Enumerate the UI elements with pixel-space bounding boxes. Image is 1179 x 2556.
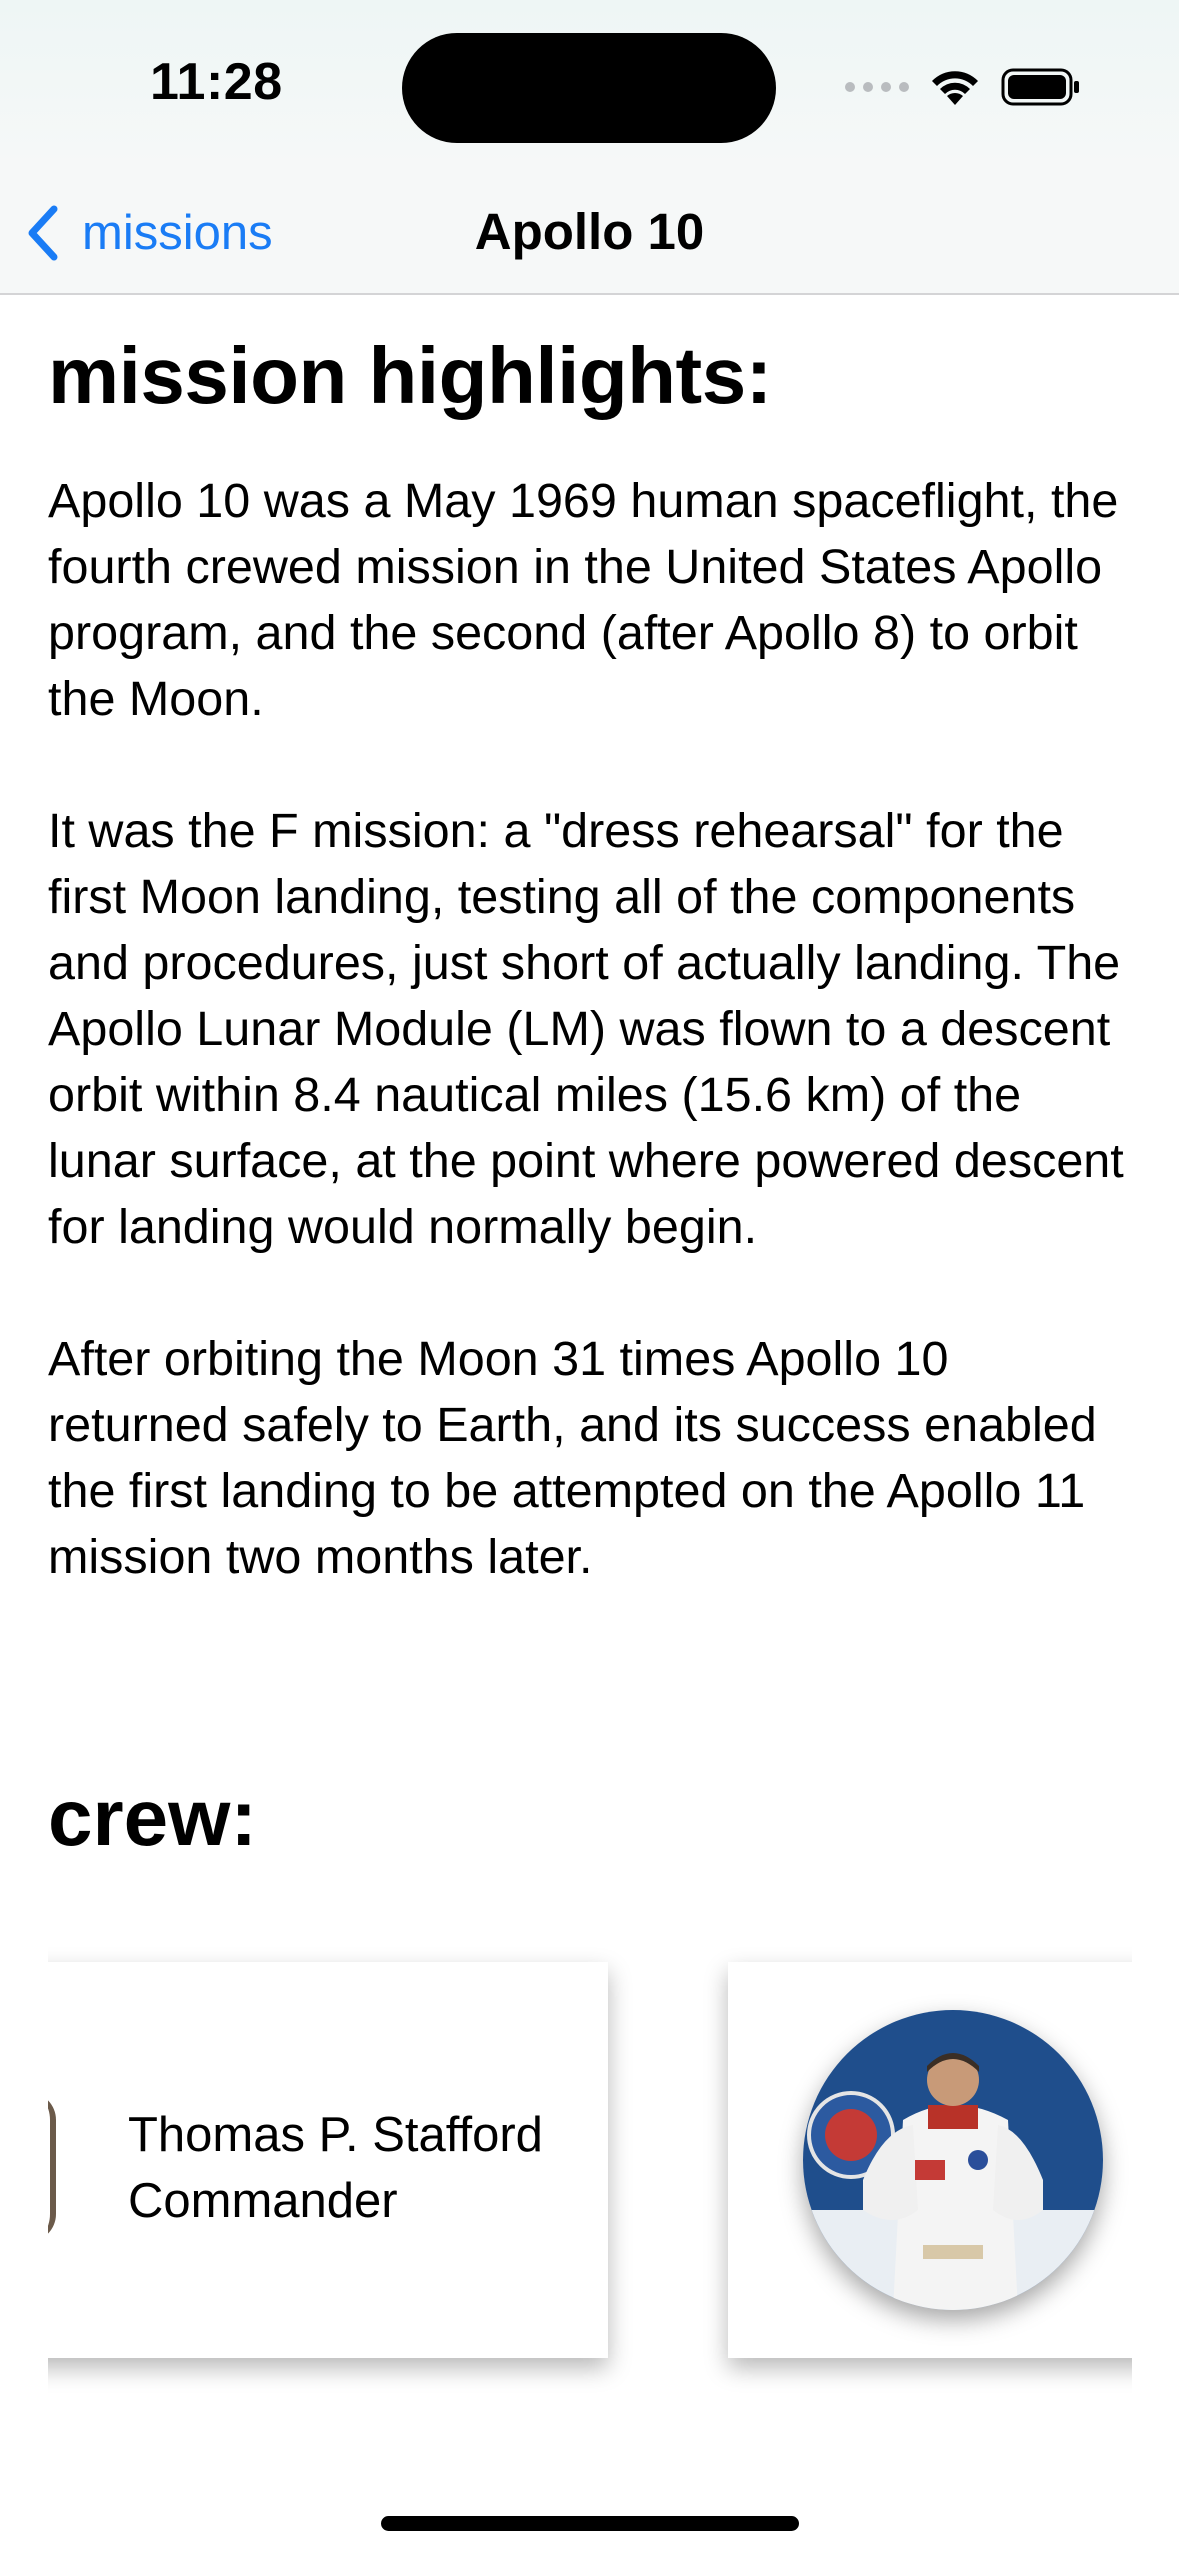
status-bar: 11:28 [0,0,1179,170]
home-indicator[interactable] [381,2516,799,2531]
highlight-paragraph: Apollo 10 was a May 1969 human spaceflig… [48,474,1119,726]
crew-card[interactable]: Thomas P. Stafford Commander [48,1962,608,2358]
crew-heading: crew: [48,1773,257,1862]
highlight-paragraph: After orbiting the Moon 31 times Apollo … [48,1332,1097,1584]
cellular-signal-icon [845,82,909,92]
navigation-bar: missions Apollo 10 [0,170,1179,295]
crew-carousel[interactable]: Thomas P. Stafford Commander [48,1940,1132,2400]
status-icons [845,62,1081,112]
crew-role: Commander [128,2174,398,2228]
astronaut-avatar [803,2010,1103,2310]
highlights-heading: mission highlights: [48,331,772,420]
dynamic-island [402,33,776,143]
highlight-paragraph: It was the F mission: a "dress rehearsal… [48,804,1124,1254]
battery-icon [1001,68,1079,106]
crew-avatar-partial [48,2092,56,2242]
status-time: 11:28 [150,53,283,111]
page-title: Apollo 10 [474,203,705,260]
crew-card[interactable] [728,1962,1132,2358]
crew-name: Thomas P. Stafford [128,2108,543,2162]
mission-content: mission highlights: Apollo 10 was a May … [48,330,1138,1590]
wifi-icon [932,71,978,105]
astronaut-portrait-icon [803,2010,1103,2310]
